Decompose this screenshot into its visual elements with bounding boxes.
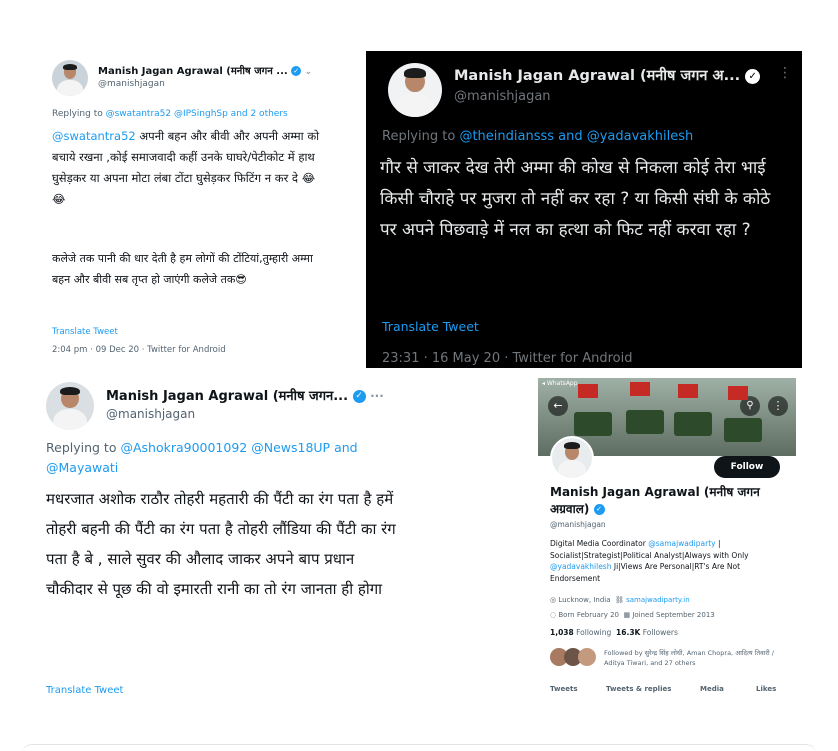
replying-to: Replying to @theindiansss and @yadavakhi… <box>382 129 694 144</box>
back-arrow-icon[interactable]: ← <box>548 396 568 416</box>
profile-avatar[interactable] <box>550 436 594 480</box>
profile-handle: @manishjagan <box>550 520 606 529</box>
bottom-sheet-edge <box>22 744 816 751</box>
author-name[interactable]: Manish Jagan Agrawal (मनीष जगन ... ✓ ⌄ <box>98 63 312 77</box>
verified-icon: ✓ <box>593 504 605 515</box>
tweet-body: गौर से जाकर देख तेरी अम्मा की कोख से निक… <box>380 158 771 240</box>
replying-to-link[interactable]: @theindiansss and @yadavakhilesh <box>459 129 693 144</box>
tweet-card-1[interactable]: Manish Jagan Agrawal (मनीष जगन ... ✓ ⌄ @… <box>38 50 324 370</box>
author-name[interactable]: Manish Jagan Agrawal (मनीष जगन अ... ✓ <box>454 65 761 85</box>
status-bar: ◂ WhatsApp <box>542 380 578 387</box>
more-options-icon[interactable]: ⋮ <box>778 65 792 81</box>
translate-link[interactable]: Translate Tweet <box>46 685 123 695</box>
avatar[interactable] <box>46 382 94 430</box>
mention-link[interactable]: @swatantra52 <box>52 129 136 143</box>
follow-button[interactable]: Follow <box>714 456 780 478</box>
location-icon: ◎ <box>550 596 557 604</box>
followers-count[interactable]: 16.3K <box>616 628 640 637</box>
profile-dates-row: ◌ Born February 20 ▦ Joined September 20… <box>550 611 715 619</box>
author-handle[interactable]: @manishjagan <box>98 79 165 89</box>
calendar-icon: ▦ <box>623 611 631 619</box>
verified-icon: ✓ <box>352 390 366 403</box>
tweet-body-paragraph-2: कलेजे तक पानी की धार देती है हम लोगों की… <box>52 252 313 286</box>
profile-follow-counts: 1,038 Following 16.3K Followers <box>550 628 678 637</box>
author-name[interactable]: Manish Jagan Agrawal (मनीष जगन... ✓ ··· <box>106 386 384 404</box>
tab-media[interactable]: Media <box>700 685 724 693</box>
profile-location-row: ◎ Lucknow, India ⛓ samajwadiparty.in <box>550 596 690 604</box>
followed-by[interactable]: Followed by सुरेन्द्र सिंह लोधी, Aman Ch… <box>604 648 790 668</box>
verified-icon: ✓ <box>291 66 302 76</box>
followed-by-avatars <box>550 648 598 666</box>
profile-card: ◂ WhatsApp ← ⚲ ⋮ Follow Manish Jagan Agr… <box>538 378 796 696</box>
more-options-icon[interactable]: ··· <box>370 389 384 403</box>
timestamp[interactable]: 23:31 · 16 May 20 · Twitter for Android <box>382 351 632 366</box>
tweet-card-3[interactable]: Manish Jagan Agrawal (मनीष जगन... ✓ ··· … <box>36 376 402 695</box>
translate-link[interactable]: Translate Tweet <box>382 319 479 334</box>
website-link[interactable]: samajwadiparty.in <box>626 596 690 604</box>
timestamp[interactable]: 2:04 pm · 09 Dec 20 · Twitter for Androi… <box>52 345 226 355</box>
avatar[interactable] <box>52 60 88 96</box>
replying-to: Replying to @Ashokra90001092 @News18UP a… <box>46 440 358 475</box>
tab-likes[interactable]: Likes <box>756 685 776 693</box>
author-handle[interactable]: @manishjagan <box>106 407 195 421</box>
tweet-body: @swatantra52 अपनी बहन और बीवी और अपनी अम… <box>52 129 320 206</box>
tweet-card-2[interactable]: Manish Jagan Agrawal (मनीष जगन अ... ✓ ⋮ … <box>366 51 802 368</box>
avatar[interactable] <box>388 63 442 117</box>
more-options-icon[interactable]: ⋮ <box>768 396 788 416</box>
profile-tabs: Tweets Tweets & replies Media Likes <box>550 685 790 696</box>
profile-bio: Digital Media Coordinator @samajwadipart… <box>550 539 749 583</box>
balloon-icon: ◌ <box>550 611 557 619</box>
bio-link[interactable]: @yadavakhilesh <box>550 562 611 571</box>
chevron-down-icon[interactable]: ⌄ <box>305 67 313 77</box>
link-icon: ⛓ <box>615 596 624 604</box>
tab-tweets[interactable]: Tweets <box>550 685 577 693</box>
tweet-body: मधरजात अशोक राठौर तोहरी महतारी की पैंटी … <box>46 490 396 598</box>
replying-to-link[interactable]: @swatantra52 @IPSinghSp and 2 others <box>106 109 288 119</box>
verified-icon: ✓ <box>745 68 761 84</box>
author-handle[interactable]: @manishjagan <box>454 89 551 104</box>
profile-name: Manish Jagan Agrawal (मनीष जगन अग्रवाल) … <box>550 485 760 516</box>
following-count[interactable]: 1,038 <box>550 628 574 637</box>
tab-tweets-replies[interactable]: Tweets & replies <box>606 685 671 693</box>
bio-link[interactable]: @samajwadiparty <box>648 539 715 548</box>
translate-link[interactable]: Translate Tweet <box>52 327 118 337</box>
replying-to: Replying to @swatantra52 @IPSinghSp and … <box>52 109 288 119</box>
